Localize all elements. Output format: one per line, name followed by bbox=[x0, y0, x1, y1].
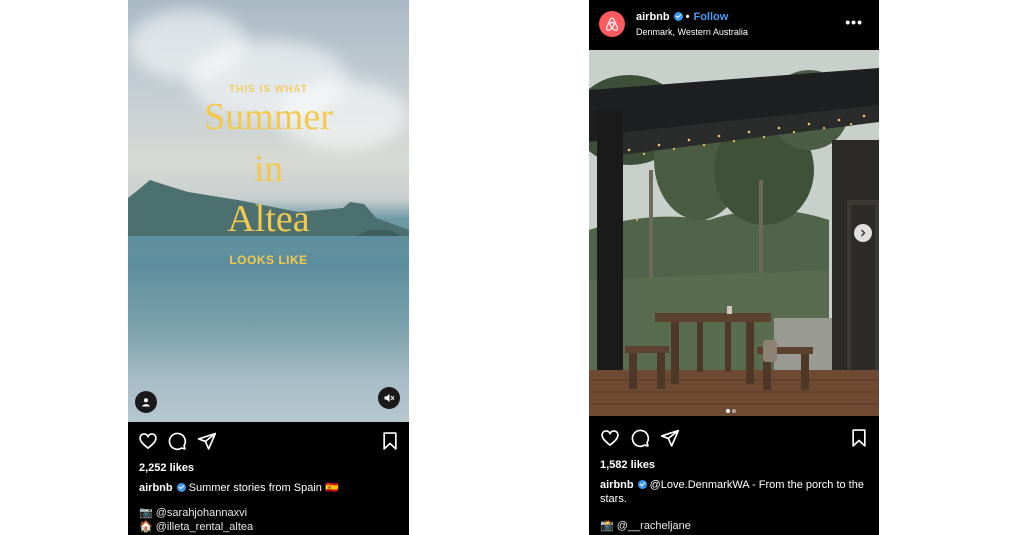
header-account: airbnb • Follow bbox=[636, 11, 729, 23]
story-text-this-is-what: THIS IS WHAT bbox=[228, 84, 309, 95]
story-text-in: in bbox=[253, 148, 284, 190]
left-post: THIS IS WHAT Summer in Altea LOOKS LIKE … bbox=[128, 0, 409, 535]
story-text-summer: Summer bbox=[204, 96, 333, 138]
heart-icon[interactable] bbox=[138, 431, 158, 451]
verified-badge-icon bbox=[637, 480, 647, 489]
heart-icon[interactable] bbox=[600, 428, 620, 448]
carousel-indicator bbox=[725, 400, 737, 416]
more-options-button[interactable]: ••• bbox=[845, 14, 863, 30]
bookmark-icon[interactable] bbox=[849, 428, 869, 448]
verified-badge-icon bbox=[176, 483, 186, 492]
mute-button[interactable] bbox=[378, 387, 400, 409]
header-username[interactable]: airbnb bbox=[636, 11, 670, 23]
story-video[interactable]: THIS IS WHAT Summer in Altea LOOKS LIKE bbox=[128, 0, 409, 422]
comment-icon[interactable] bbox=[167, 431, 187, 451]
porch-scene bbox=[589, 50, 879, 416]
verified-badge-icon bbox=[673, 12, 683, 21]
comment-icon[interactable] bbox=[630, 428, 650, 448]
user-tag-button[interactable] bbox=[135, 391, 157, 413]
likes-count[interactable]: 2,252 likes bbox=[139, 462, 194, 474]
airbnb-avatar[interactable] bbox=[599, 11, 625, 37]
story-text-altea: Altea bbox=[227, 198, 310, 240]
carousel-dot-active bbox=[726, 409, 730, 413]
post-caption: airbnb @Love.DenmarkWA - From the porch t… bbox=[600, 478, 870, 506]
bookmark-icon[interactable] bbox=[380, 431, 400, 451]
rental-credit[interactable]: 🏠 @illeta_rental_altea bbox=[139, 520, 253, 534]
photo-credit[interactable]: 📸 @__racheljane bbox=[600, 519, 691, 533]
share-icon[interactable] bbox=[197, 431, 217, 451]
likes-count[interactable]: 1,582 likes bbox=[600, 459, 655, 471]
post-header: airbnb • Follow Denmark, Western Australia… bbox=[589, 0, 879, 50]
caption-text: Summer stories from Spain 🇪🇸 bbox=[188, 482, 339, 494]
airbnb-logo-icon bbox=[605, 17, 619, 31]
follow-button[interactable]: Follow bbox=[693, 11, 728, 23]
chevron-right-icon bbox=[861, 229, 866, 237]
post-location[interactable]: Denmark, Western Australia bbox=[636, 27, 748, 37]
next-photo-button[interactable] bbox=[854, 224, 872, 242]
story-text-looks-like: LOOKS LIKE bbox=[229, 253, 308, 267]
caption-username[interactable]: airbnb bbox=[600, 479, 634, 491]
share-icon[interactable] bbox=[660, 428, 680, 448]
photo-credit[interactable]: 📷 @sarahjohannaxvi bbox=[139, 506, 247, 520]
carousel-dot bbox=[732, 409, 736, 413]
post-caption: airbnb Summer stories from Spain 🇪🇸 bbox=[139, 481, 401, 495]
right-post: airbnb • Follow Denmark, Western Australia… bbox=[589, 0, 879, 535]
user-tag-icon bbox=[142, 398, 150, 407]
action-bar bbox=[589, 428, 879, 462]
porch-photo[interactable] bbox=[589, 50, 879, 416]
mute-icon bbox=[384, 394, 395, 402]
action-bar bbox=[128, 431, 409, 465]
caption-username[interactable]: airbnb bbox=[139, 482, 173, 494]
